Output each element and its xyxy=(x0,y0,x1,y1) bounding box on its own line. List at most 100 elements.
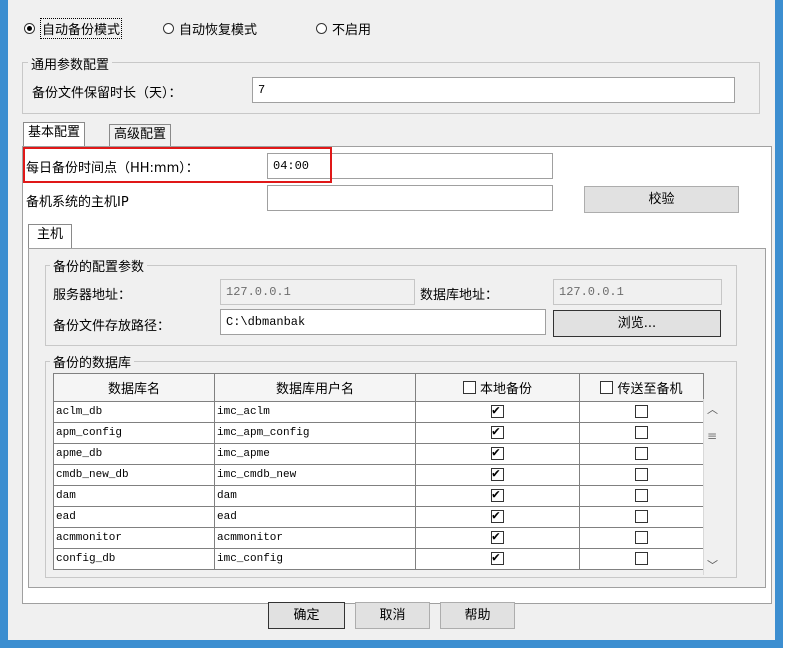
db-name-cell[interactable]: config_db xyxy=(53,548,215,570)
db-addr-input[interactable]: 127.0.0.1 xyxy=(553,279,722,305)
radio-indicator xyxy=(316,22,327,34)
send-to-backup-checkbox[interactable] xyxy=(635,426,648,440)
local-backup-cell[interactable] xyxy=(415,464,580,486)
local-backup-cell[interactable] xyxy=(415,401,580,423)
database-table-body: aclm_dbimc_aclmapm_configimc_apm_configa… xyxy=(53,401,704,570)
db-user-cell[interactable]: imc_apm_config xyxy=(214,422,416,444)
col-send-to-backup[interactable]: 传送至备机 xyxy=(579,373,704,402)
local-backup-checkbox[interactable] xyxy=(491,508,504,525)
table-row[interactable]: aclm_db imc_aclm xyxy=(53,401,704,423)
send-to-backup-checkbox[interactable] xyxy=(635,468,648,482)
general-params-title: 通用参数配置 xyxy=(28,54,113,73)
scroll-down-icon[interactable]: ﹀ xyxy=(707,557,718,573)
backup-path-label: 备份文件存放路径： xyxy=(53,319,171,334)
db-name-cell[interactable]: apme_db xyxy=(53,443,215,465)
send-to-backup-header-checkbox[interactable] xyxy=(600,380,614,394)
db-name-cell[interactable]: aclm_db xyxy=(53,401,215,423)
window-border-right xyxy=(775,0,783,648)
send-to-backup-checkbox[interactable] xyxy=(635,489,648,503)
backup-host-ip-input[interactable] xyxy=(267,185,553,211)
local-backup-cell[interactable] xyxy=(415,485,580,507)
db-user-cell[interactable]: imc_cmdb_new xyxy=(214,464,416,486)
local-backup-checkbox[interactable] xyxy=(491,445,504,462)
send-to-backup-checkbox[interactable] xyxy=(635,510,648,524)
backup-path-input[interactable]: C:\dbmanbak xyxy=(220,309,546,335)
local-backup-cell[interactable] xyxy=(415,443,580,465)
table-row[interactable]: apm_config imc_apm_config xyxy=(53,422,704,444)
db-user-cell[interactable]: acmmonitor xyxy=(214,527,416,549)
server-addr-input[interactable]: 127.0.0.1 xyxy=(220,279,415,305)
send-to-backup-cell[interactable] xyxy=(579,506,704,528)
db-name-cell[interactable]: ead xyxy=(53,506,215,528)
db-user-cell[interactable]: imc_config xyxy=(214,548,416,570)
server-addr-label: 服务器地址： xyxy=(53,288,132,303)
database-table: 数据库名 数据库用户名 本地备份 传送至备机 aclm_dbimc_aclmap… xyxy=(53,373,704,570)
backup-host-ip-label: 备机系统的主机IP xyxy=(26,195,129,210)
col-db-user[interactable]: 数据库用户名 xyxy=(214,373,416,402)
radio-indicator xyxy=(163,22,174,34)
col-local-backup[interactable]: 本地备份 xyxy=(415,373,580,402)
local-backup-checkbox[interactable] xyxy=(491,550,504,567)
db-user-cell[interactable]: ead xyxy=(214,506,416,528)
local-backup-checkbox[interactable] xyxy=(491,424,504,441)
send-to-backup-cell[interactable] xyxy=(579,527,704,549)
local-backup-checkbox[interactable] xyxy=(491,529,504,546)
send-to-backup-cell[interactable] xyxy=(579,401,704,423)
local-backup-checkbox[interactable] xyxy=(491,403,504,420)
cancel-button[interactable]: 取消 xyxy=(355,602,430,629)
dialog-client-area: 自动备份模式 自动恢复模式 不启用 通用参数配置 备份文件保留时长（天）： 7 … xyxy=(8,0,775,640)
radio-label: 自动备份模式 xyxy=(40,17,123,39)
send-to-backup-cell[interactable] xyxy=(579,464,704,486)
retention-days-input[interactable]: 7 xyxy=(252,77,735,103)
send-to-backup-checkbox[interactable] xyxy=(635,405,648,419)
scroll-up-icon[interactable]: ︿ xyxy=(707,401,718,417)
db-user-cell[interactable]: imc_apme xyxy=(214,443,416,465)
radio-auto-backup[interactable]: 自动备份模式 xyxy=(24,17,123,39)
col-db-name[interactable]: 数据库名 xyxy=(53,373,215,402)
window-border-bottom xyxy=(0,640,783,648)
local-backup-cell[interactable] xyxy=(415,527,580,549)
retention-label: 备份文件保留时长（天）： xyxy=(32,86,182,101)
db-name-cell[interactable]: dam xyxy=(53,485,215,507)
db-name-cell[interactable]: apm_config xyxy=(53,422,215,444)
radio-disabled[interactable]: 不启用 xyxy=(316,18,371,38)
local-backup-cell[interactable] xyxy=(415,506,580,528)
radio-auto-restore[interactable]: 自动恢复模式 xyxy=(163,18,257,38)
ok-button[interactable]: 确定 xyxy=(268,602,345,629)
help-button[interactable]: 帮助 xyxy=(440,602,515,629)
send-to-backup-cell[interactable] xyxy=(579,548,704,570)
local-backup-checkbox[interactable] xyxy=(491,487,504,504)
db-user-cell[interactable]: dam xyxy=(214,485,416,507)
table-row[interactable]: ead ead xyxy=(53,506,704,528)
radio-indicator xyxy=(24,22,35,34)
db-name-cell[interactable]: cmdb_new_db xyxy=(53,464,215,486)
table-row[interactable]: dam dam xyxy=(53,485,704,507)
tab-advanced-config[interactable]: 高级配置 xyxy=(109,124,172,146)
local-backup-cell[interactable] xyxy=(415,422,580,444)
db-name-cell[interactable]: acmmonitor xyxy=(53,527,215,549)
send-to-backup-cell[interactable] xyxy=(579,485,704,507)
send-to-backup-checkbox[interactable] xyxy=(635,531,648,545)
local-backup-header-checkbox[interactable] xyxy=(462,380,476,394)
send-to-backup-cell[interactable] xyxy=(579,422,704,444)
highlight-box xyxy=(23,147,332,183)
scroll-thumb-grip-icon[interactable]: ≡ xyxy=(707,429,717,443)
send-to-backup-checkbox[interactable] xyxy=(635,552,648,566)
tab-basic-config[interactable]: 基本配置 xyxy=(23,122,86,147)
radio-label: 不启用 xyxy=(332,22,372,38)
send-to-backup-checkbox[interactable] xyxy=(635,447,648,461)
table-scrollbar[interactable]: ︿ ≡ ﹀ xyxy=(703,399,721,575)
table-row[interactable]: apme_db imc_apme xyxy=(53,443,704,465)
db-user-cell[interactable]: imc_aclm xyxy=(214,401,416,423)
tab-host[interactable]: 主机 xyxy=(28,224,73,249)
send-to-backup-cell[interactable] xyxy=(579,443,704,465)
verify-button[interactable]: 校验 xyxy=(584,186,739,213)
table-row[interactable]: cmdb_new_db imc_cmdb_new xyxy=(53,464,704,486)
radio-label: 自动恢复模式 xyxy=(179,22,258,38)
table-row[interactable]: config_db imc_config xyxy=(53,548,704,570)
window-border-left xyxy=(0,0,8,648)
browse-button[interactable]: 浏览... xyxy=(553,310,721,337)
local-backup-cell[interactable] xyxy=(415,548,580,570)
table-row[interactable]: acmmonitor acmmonitor xyxy=(53,527,704,549)
local-backup-checkbox[interactable] xyxy=(491,466,504,483)
